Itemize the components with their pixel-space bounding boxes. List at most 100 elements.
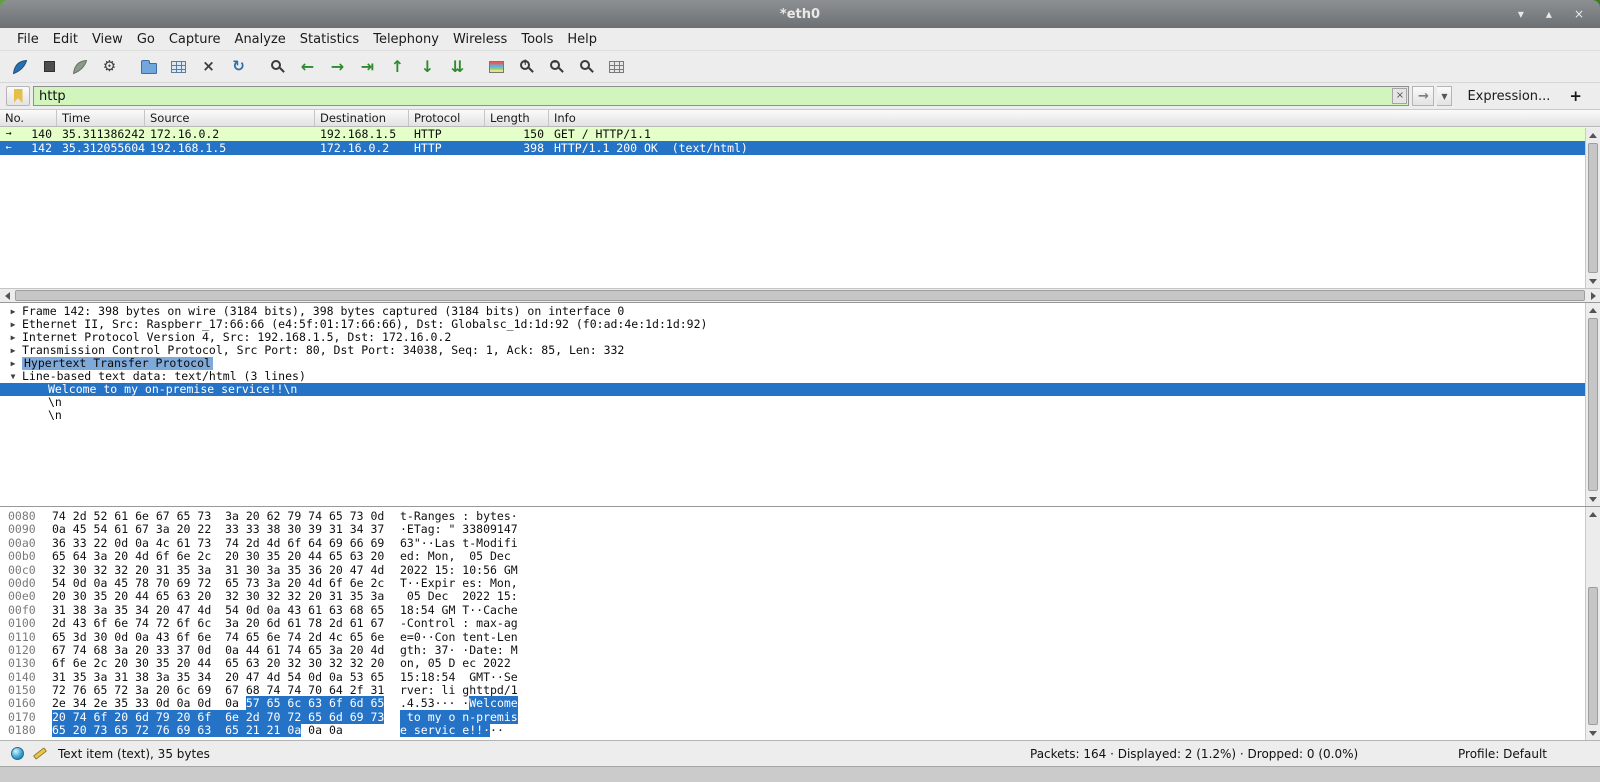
hex-row[interactable]: 01602e 34 2e 35 33 0d 0a 0d 0a 57 65 6c … — [0, 697, 1600, 710]
scroll-thumb[interactable] — [1588, 318, 1598, 491]
status-profile[interactable]: Profile: Default — [1458, 747, 1547, 761]
hex-row[interactable]: 00e020 30 35 20 44 65 63 20 32 30 32 32 … — [0, 590, 1600, 603]
hex-row[interactable]: 00a036 33 22 0d 0a 4c 61 73 74 2d 4d 6f … — [0, 537, 1600, 550]
hex-row[interactable]: 00900a 45 54 61 67 3a 20 22 33 33 38 30 … — [0, 523, 1600, 536]
hex-row[interactable]: 00b065 64 3a 20 4d 6f 6e 2c 20 30 35 20 … — [0, 550, 1600, 563]
menu-go[interactable]: Go — [130, 30, 162, 49]
scroll-down-icon[interactable] — [1586, 726, 1600, 740]
hex-row[interactable]: 012067 74 68 3a 20 33 37 0d 0a 44 61 74 … — [0, 644, 1600, 657]
maximize-icon[interactable]: ▴ — [1546, 0, 1552, 28]
zoom-out-button[interactable]: − — [543, 54, 570, 80]
go-forward-button[interactable]: → — [324, 54, 351, 80]
hex-row[interactable]: 00d054 0d 0a 45 78 70 69 72 65 73 3a 20 … — [0, 577, 1600, 590]
auto-scroll-button[interactable]: ⇊ — [444, 54, 471, 80]
clear-filter-icon[interactable]: × — [1392, 88, 1407, 104]
go-back-button[interactable]: ← — [294, 54, 321, 80]
column-destination[interactable]: Destination — [315, 110, 409, 126]
hex-row[interactable]: 014031 35 3a 31 38 3a 35 34 20 47 4d 54 … — [0, 671, 1600, 684]
save-file-button[interactable] — [165, 54, 192, 80]
scroll-down-icon[interactable] — [1586, 274, 1600, 288]
column-no[interactable]: No. — [0, 110, 57, 126]
menu-file[interactable]: File — [10, 30, 46, 49]
menu-telephony[interactable]: Telephony — [366, 30, 446, 49]
expander-collapsed-icon[interactable]: ▶ — [6, 318, 20, 331]
packet-row[interactable]: →140 35.311386242 172.16.0.2 192.168.1.5… — [0, 127, 1600, 141]
column-info[interactable]: Info — [549, 110, 1600, 126]
window-controls: ▾ ▴ × — [1518, 0, 1600, 28]
hex-row[interactable]: 018065 20 73 65 72 76 69 63 65 21 21 0a … — [0, 724, 1600, 737]
hex-row[interactable]: 00f031 38 3a 35 34 20 47 4d 54 0d 0a 43 … — [0, 604, 1600, 617]
status-selected-field: Text item (text), 35 bytes — [58, 747, 210, 761]
start-capture-button[interactable] — [6, 54, 33, 80]
menu-tools[interactable]: Tools — [514, 30, 560, 49]
hex-row[interactable]: 017020 74 6f 20 6d 79 20 6f 6e 2d 70 72 … — [0, 711, 1600, 724]
expression-button[interactable]: Expression... — [1455, 89, 1562, 104]
detail-row-text-item[interactable]: \n — [0, 396, 1600, 409]
scroll-up-icon[interactable] — [1586, 128, 1600, 142]
scroll-thumb[interactable] — [1588, 587, 1598, 725]
menu-help[interactable]: Help — [560, 30, 604, 49]
filter-input[interactable]: http × — [33, 86, 1409, 106]
capture-options-button[interactable]: ⚙ — [96, 54, 123, 80]
first-packet-button[interactable]: ↑ — [384, 54, 411, 80]
resize-columns-button[interactable] — [603, 54, 630, 80]
last-packet-button[interactable]: ↓ — [414, 54, 441, 80]
hex-row[interactable]: 01002d 43 6f 6e 74 72 6f 6c 3a 20 6d 61 … — [0, 617, 1600, 630]
horizontal-scrollbar[interactable] — [0, 288, 1600, 302]
hex-row[interactable]: 01306f 6e 2c 20 30 35 20 44 65 63 20 32 … — [0, 657, 1600, 670]
scroll-thumb[interactable] — [15, 290, 1585, 301]
expander-collapsed-icon[interactable]: ▶ — [6, 344, 20, 357]
detail-row-text-item-selected[interactable]: Welcome to my on-premise service!!\n — [0, 383, 1600, 396]
menu-wireless[interactable]: Wireless — [446, 30, 514, 49]
column-source[interactable]: Source — [145, 110, 315, 126]
hex-row[interactable]: 011065 3d 30 0d 0a 43 6f 6e 74 65 6e 74 … — [0, 631, 1600, 644]
scroll-left-icon[interactable] — [0, 289, 14, 302]
title-bar[interactable]: *eth0 ▾ ▴ × — [0, 0, 1600, 28]
expert-info-icon[interactable] — [11, 747, 24, 760]
scroll-up-icon[interactable] — [1586, 303, 1600, 317]
stop-capture-button[interactable] — [36, 54, 63, 80]
details-scrollbar[interactable] — [1585, 303, 1600, 506]
hex-row[interactable]: 015072 76 65 72 3a 20 6c 69 67 68 74 74 … — [0, 684, 1600, 697]
apply-filter-icon[interactable]: → — [1412, 86, 1434, 106]
filter-dropdown-icon[interactable]: ▼ — [1437, 86, 1452, 106]
scroll-thumb[interactable] — [1588, 143, 1598, 273]
column-protocol[interactable]: Protocol — [409, 110, 485, 126]
expander-expanded-icon[interactable]: ▼ — [6, 370, 20, 383]
go-to-packet-button[interactable]: ⇥ — [354, 54, 381, 80]
column-length[interactable]: Length — [485, 110, 549, 126]
menu-statistics[interactable]: Statistics — [293, 30, 366, 49]
restart-capture-button[interactable] — [66, 54, 93, 80]
detail-row-text-item[interactable]: \n — [0, 409, 1600, 422]
detail-row-tcp[interactable]: ▶Transmission Control Protocol, Src Port… — [0, 344, 1600, 357]
scroll-right-icon[interactable] — [1586, 289, 1600, 302]
close-file-button[interactable]: × — [195, 54, 222, 80]
hex-row[interactable]: 00c032 30 32 32 20 31 35 3a 31 30 3a 35 … — [0, 564, 1600, 577]
scroll-up-icon[interactable] — [1586, 507, 1600, 521]
capture-comment-icon[interactable] — [33, 747, 47, 760]
menu-edit[interactable]: Edit — [46, 30, 85, 49]
hex-offset: 0170 — [8, 711, 42, 724]
expander-collapsed-icon[interactable]: ▶ — [6, 305, 20, 318]
find-packet-button[interactable] — [264, 54, 291, 80]
menu-capture[interactable]: Capture — [162, 30, 228, 49]
zoom-in-button[interactable]: + — [513, 54, 540, 80]
scroll-down-icon[interactable] — [1586, 492, 1600, 506]
column-time[interactable]: Time — [57, 110, 145, 126]
colorize-button[interactable] — [483, 54, 510, 80]
menu-analyze[interactable]: Analyze — [228, 30, 293, 49]
close-icon[interactable]: × — [1574, 0, 1584, 28]
reload-button[interactable]: ↻ — [225, 54, 252, 80]
bookmark-button[interactable] — [6, 86, 30, 106]
hex-row[interactable]: 008074 2d 52 61 6e 67 65 73 3a 20 62 79 … — [0, 510, 1600, 523]
expander-collapsed-icon[interactable]: ▶ — [6, 331, 20, 344]
bytes-scrollbar[interactable] — [1585, 507, 1600, 740]
open-file-button[interactable] — [135, 54, 162, 80]
menu-view[interactable]: View — [85, 30, 130, 49]
expander-collapsed-icon[interactable]: ▶ — [6, 357, 20, 370]
packet-row-selected[interactable]: ←142 35.312055604 192.168.1.5 172.16.0.2… — [0, 141, 1600, 155]
minimize-icon[interactable]: ▾ — [1518, 0, 1524, 28]
add-filter-button[interactable]: + — [1565, 87, 1594, 105]
packet-list-scrollbar[interactable] — [1585, 128, 1600, 288]
zoom-100-button[interactable] — [573, 54, 600, 80]
